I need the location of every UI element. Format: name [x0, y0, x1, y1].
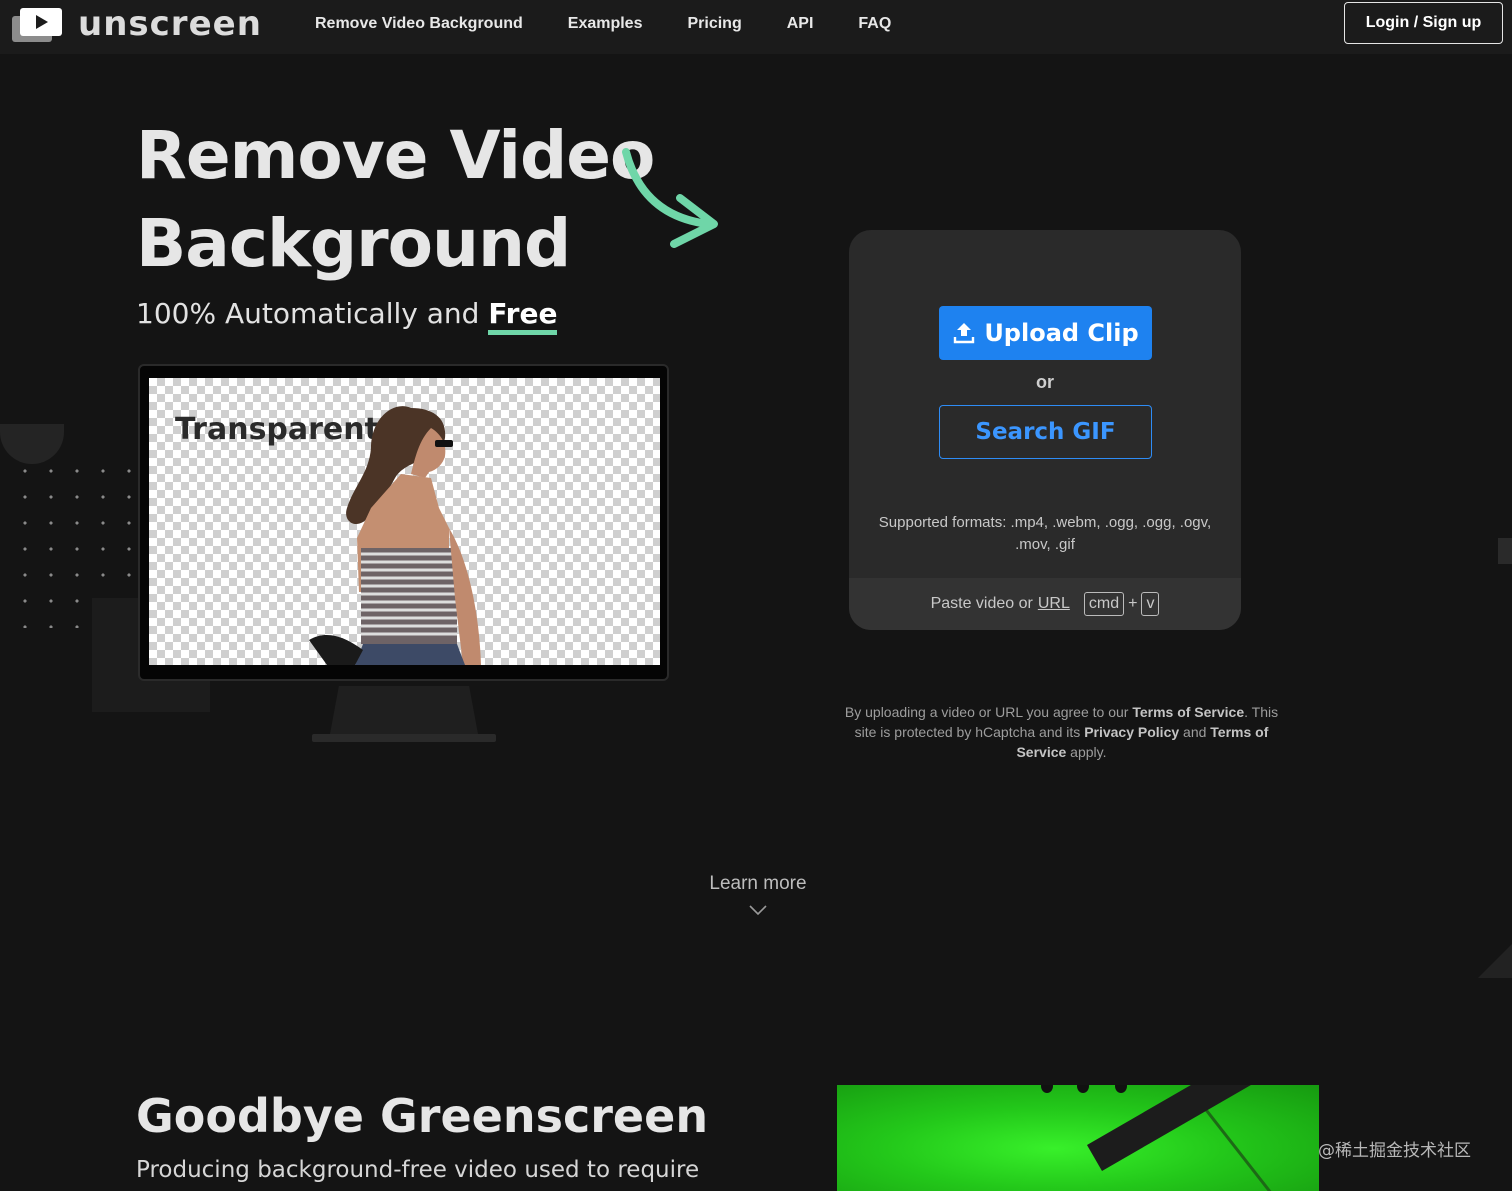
hero-subtitle: 100% Automatically and Free: [136, 296, 558, 335]
cmd-key: cmd: [1083, 592, 1125, 616]
nav-examples[interactable]: Examples: [568, 14, 643, 34]
upload-clip-button[interactable]: Upload Clip: [939, 306, 1152, 360]
supported-formats: Supported formats: .mp4, .webm, .ogg, .o…: [878, 514, 1212, 553]
paste-url-link[interactable]: URL: [1038, 595, 1070, 613]
or-separator: or: [1036, 372, 1054, 392]
paste-bar: Paste video or URL cmd + v: [849, 578, 1241, 630]
paste-prefix: Paste video or: [930, 595, 1033, 612]
nav-remove-video-background[interactable]: Remove Video Background: [315, 14, 523, 34]
main-nav: Remove Video Background Examples Pricing…: [315, 14, 936, 34]
login-signup-button[interactable]: Login / Sign up: [1344, 2, 1503, 44]
terms-notice: By uploading a video or URL you agree to…: [840, 702, 1283, 762]
search-gif-button[interactable]: Search GIF: [939, 405, 1152, 459]
monitor-stand: [330, 686, 478, 734]
subtitle-free: Free: [488, 297, 558, 335]
upload-clip-label: Upload Clip: [984, 319, 1139, 347]
brand-logo[interactable]: unscreen: [12, 6, 262, 42]
terms-of-service-link[interactable]: Terms of Service: [1132, 704, 1244, 720]
transparent-preview-screen: Transparent: [149, 378, 660, 665]
terms-text-3: and: [1179, 724, 1211, 740]
upload-card: Upload Clip or Search GIF Supported form…: [849, 230, 1241, 630]
brand-name: unscreen: [78, 4, 262, 44]
subtitle-prefix: 100% Automatically and: [136, 297, 489, 330]
section-title: Goodbye Greenscreen: [136, 1089, 709, 1143]
nav-pricing[interactable]: Pricing: [687, 14, 741, 34]
curved-arrow-icon: [622, 148, 718, 248]
upload-icon: [954, 323, 975, 344]
watermark: @稀土掘金技术社区: [1318, 1141, 1471, 1161]
terms-text-4: apply.: [1066, 744, 1107, 760]
monitor-preview: Transparent: [138, 364, 669, 681]
decorative-triangle: [1478, 944, 1512, 978]
hero-title: Remove Video Background: [136, 117, 655, 282]
top-navbar: unscreen Remove Video Background Example…: [0, 0, 1512, 54]
v-key: v: [1141, 592, 1160, 616]
greenscreen-image: [837, 1085, 1319, 1191]
terms-text-1: By uploading a video or URL you agree to…: [844, 704, 1133, 720]
learn-more-link[interactable]: Learn more: [660, 873, 856, 895]
monitor-base: [312, 734, 496, 742]
decorative-tab: [1498, 538, 1512, 564]
woman-cutout-image: [309, 406, 481, 665]
nav-faq[interactable]: FAQ: [858, 14, 891, 34]
chevron-down-icon[interactable]: [749, 904, 767, 916]
nav-api[interactable]: API: [787, 14, 814, 34]
key-plus: +: [1128, 595, 1138, 612]
section-text: Producing background-free video used to …: [136, 1157, 700, 1183]
play-icon: [12, 6, 64, 42]
privacy-policy-link[interactable]: Privacy Policy: [1084, 724, 1179, 740]
